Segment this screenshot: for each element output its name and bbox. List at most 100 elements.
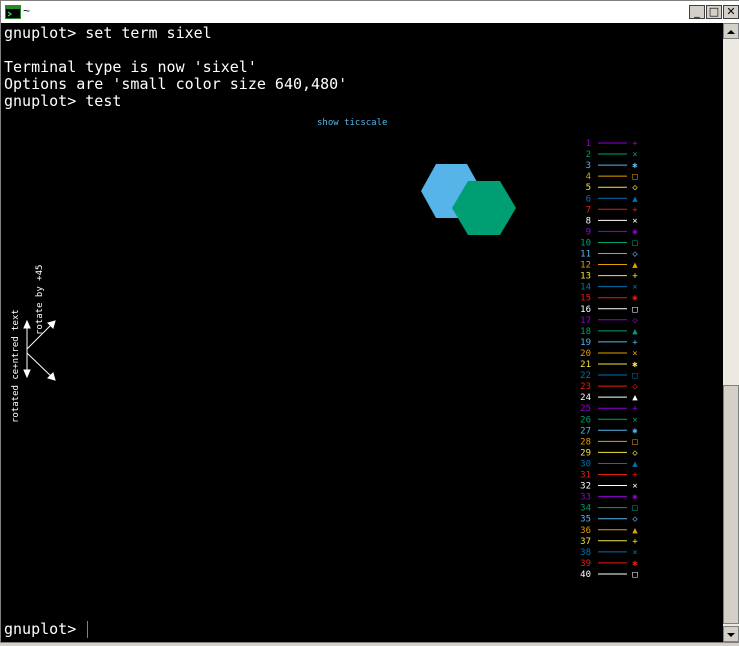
legend-label: 6 xyxy=(586,194,591,204)
legend-label: 26 xyxy=(580,415,591,425)
legend-symbol: □ xyxy=(632,172,638,182)
legend-label: 23 xyxy=(580,382,591,392)
vertical-scrollbar[interactable] xyxy=(723,23,739,642)
legend-symbol: + xyxy=(632,537,638,547)
rotated-label: rotated ce+ntred text xyxy=(11,309,21,423)
legend-symbol: □ xyxy=(632,371,638,381)
legend-symbol: ✱ xyxy=(632,559,638,569)
legend-label: 22 xyxy=(580,371,591,381)
legend-symbol: + xyxy=(632,205,638,215)
legend-label: 32 xyxy=(580,482,591,492)
legend-label: 19 xyxy=(580,338,591,348)
scroll-up-button[interactable] xyxy=(723,23,739,39)
legend-symbol: ✱ xyxy=(632,426,638,436)
legend-symbol: ◇ xyxy=(632,316,638,326)
legend-label: 5 xyxy=(586,183,591,193)
legend-label: 15 xyxy=(580,294,591,304)
legend-symbol: ✱ xyxy=(632,161,638,171)
legend-symbol: + xyxy=(632,139,638,149)
text-cursor xyxy=(87,621,88,638)
legend-symbol: × xyxy=(632,349,637,359)
legend-label: 29 xyxy=(580,448,591,458)
legend-label: 14 xyxy=(580,283,591,293)
legend-label: 8 xyxy=(586,216,591,226)
minimize-button[interactable]: _ xyxy=(689,5,705,19)
legend-symbol: + xyxy=(632,471,638,481)
legend-label: 1 xyxy=(586,139,591,149)
legend-symbol: + xyxy=(632,404,638,414)
legend-label: 18 xyxy=(580,327,591,337)
legend-label: 31 xyxy=(580,471,591,481)
legend-symbol: ✱ xyxy=(632,360,638,370)
legend-label: 28 xyxy=(580,437,591,447)
legend-symbol: □ xyxy=(632,305,638,315)
chevron-up-icon xyxy=(727,30,735,34)
legend-label: 39 xyxy=(580,559,591,569)
legend-symbol: ▲ xyxy=(632,261,638,271)
legend-symbol: ◇ xyxy=(632,515,638,525)
terminal-prompt: gnuplot> xyxy=(4,620,86,638)
legend-symbol: □ xyxy=(632,570,638,580)
window-title: ~ xyxy=(23,4,31,18)
legend-label: 13 xyxy=(580,272,591,282)
legend-label: 2 xyxy=(586,150,591,160)
rotate-label: rotate by +45 xyxy=(35,265,45,335)
legend-label: 27 xyxy=(580,426,591,436)
legend-symbol: ◇ xyxy=(632,382,638,392)
legend-symbol: + xyxy=(632,272,638,282)
legend-label: 12 xyxy=(580,261,591,271)
legend-symbol: ✱ xyxy=(632,294,638,304)
legend-label: 36 xyxy=(580,526,591,536)
legend-label: 38 xyxy=(580,548,591,558)
scroll-down-button[interactable] xyxy=(723,626,739,642)
legend-symbol: × xyxy=(632,150,637,160)
legend-symbol: ▲ xyxy=(632,327,638,337)
legend-label: 33 xyxy=(580,493,591,503)
legend-symbol: □ xyxy=(632,437,638,447)
legend-symbol: ✱ xyxy=(632,493,638,503)
legend-label: 17 xyxy=(580,316,591,326)
legend-label: 16 xyxy=(580,305,591,315)
legend-label: 40 xyxy=(580,570,591,580)
legend-label: 4 xyxy=(586,172,591,182)
terminal-icon xyxy=(5,5,21,19)
legend-label: 34 xyxy=(580,504,591,514)
legend: 1 +2 × 3 ✱ 4 □ 5 ◇ 6 ▲ 7 +8 × 9 ✱ 10 □ 11 ◇ 12 ▲ 13 +14 × 15 ✱ 16 □ 1… xyxy=(580,139,638,580)
legend-label: 20 xyxy=(580,349,591,359)
legend-symbol: ▲ xyxy=(632,526,638,536)
legend-label: 21 xyxy=(580,360,591,370)
scrollbar-thumb[interactable] xyxy=(723,385,739,624)
chevron-down-icon xyxy=(727,633,735,637)
legend-symbol: × xyxy=(632,415,637,425)
legend-symbol: ◇ xyxy=(632,250,638,260)
legend-symbol: □ xyxy=(632,504,638,514)
plot-title: show ticscale xyxy=(317,118,387,128)
legend-symbol: ◇ xyxy=(632,448,638,458)
legend-label: 10 xyxy=(580,238,591,248)
legend-symbol: ▲ xyxy=(632,393,638,403)
legend-symbol: ◇ xyxy=(632,183,638,193)
maximize-button[interactable]: □ xyxy=(706,5,722,19)
legend-symbol: □ xyxy=(632,238,638,248)
legend-label: 30 xyxy=(580,459,591,469)
legend-label: 37 xyxy=(580,537,591,547)
legend-label: 11 xyxy=(580,250,591,260)
legend-symbol: + xyxy=(632,338,638,348)
legend-label: 3 xyxy=(586,161,591,171)
legend-label: 9 xyxy=(586,227,591,237)
legend-symbol: × xyxy=(632,283,637,293)
legend-label: 7 xyxy=(586,205,591,215)
legend-symbol: ▲ xyxy=(632,459,638,469)
legend-symbol: × xyxy=(632,548,637,558)
legend-symbol: ✱ xyxy=(632,227,638,237)
terminal-output[interactable]: gnuplot> set term sixel Terminal type is… xyxy=(1,23,723,642)
terminal-window: ~ _ □ ✕ gnuplot> set term sixel Terminal… xyxy=(0,0,739,643)
sixel-plot: show ticscale rotated ce+ntred text rota… xyxy=(11,118,638,580)
legend-label: 24 xyxy=(580,393,591,403)
close-button[interactable]: ✕ xyxy=(723,5,739,19)
legend-symbol: × xyxy=(632,482,637,492)
legend-label: 35 xyxy=(580,515,591,525)
legend-label: 25 xyxy=(580,404,591,414)
legend-symbol: ▲ xyxy=(632,194,638,204)
title-bar[interactable]: ~ _ □ ✕ xyxy=(1,1,739,24)
